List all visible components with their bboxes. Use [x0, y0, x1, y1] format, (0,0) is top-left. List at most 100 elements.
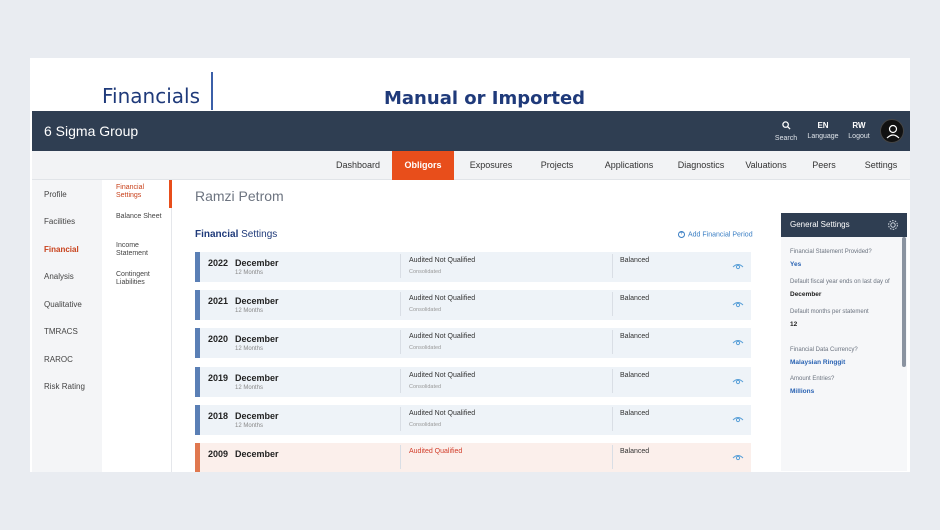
row-consolidation: Consolidated: [409, 345, 442, 351]
row-status-bar: [195, 328, 200, 358]
row-consolidation: Consolidated: [409, 384, 442, 390]
nav-dashboard[interactable]: Dashboard: [327, 151, 389, 180]
row-consolidation: Consolidated: [409, 269, 442, 275]
row-months: 12 Months: [235, 308, 264, 314]
left-menu-risk-rating[interactable]: Risk Rating: [44, 382, 85, 391]
row-balance-status: Balanced: [620, 295, 650, 302]
row-year: 2018: [208, 411, 229, 421]
view-icon[interactable]: [732, 415, 744, 423]
nav-valuations[interactable]: Valuations: [736, 151, 796, 180]
row-audit-status: Audited Not Qualified: [409, 295, 476, 302]
view-icon[interactable]: [732, 300, 744, 308]
user-initials: RW: [852, 121, 866, 130]
row-divider: [400, 445, 401, 469]
row-status-bar: [195, 443, 200, 472]
add-period-label: Add Financial Period: [688, 231, 753, 239]
row-status-bar: [195, 290, 200, 320]
row-months: 12 Months: [235, 423, 264, 429]
table-row[interactable]: 2020 December 12 Months Audited Not Qualifi…: [195, 328, 751, 358]
view-icon[interactable]: [732, 338, 744, 346]
left-menu-raroc[interactable]: RAROC: [44, 355, 73, 364]
table-row[interactable]: 2019 December 12 Months Audited Not Qualifi…: [195, 367, 751, 397]
general-settings-header: General Settings: [781, 213, 907, 237]
row-month: December: [235, 449, 279, 459]
sub-menu-contingent-liabilities[interactable]: Contingent Liabilities: [116, 271, 162, 287]
view-icon[interactable]: [732, 262, 744, 270]
row-year: 2019: [208, 373, 229, 383]
row-month: December: [235, 373, 279, 383]
sub-menu-balance-sheet[interactable]: Balance Sheet: [116, 213, 162, 221]
slide: Financials Manual or Imported 6 Sigma Gr…: [30, 58, 910, 472]
nav-diagnostics[interactable]: Diagnostics: [670, 151, 732, 180]
nav-settings[interactable]: Settings: [858, 151, 904, 180]
row-year: 2009: [208, 449, 229, 459]
row-year: 2021: [208, 296, 229, 306]
row-audit-status: Audited Not Qualified: [409, 410, 476, 417]
view-icon[interactable]: [732, 453, 744, 461]
row-year: 2022: [208, 258, 229, 268]
row-months: 12 Months: [235, 346, 264, 352]
language-label: Language: [807, 133, 839, 140]
user-icon: [886, 124, 900, 139]
gs-question-statement: Financial Statement Provided?: [790, 249, 872, 255]
left-menu-tmracs[interactable]: TMRACS: [44, 327, 78, 336]
row-divider: [400, 369, 401, 393]
gs-answer-statement[interactable]: Yes: [790, 261, 801, 268]
avatar[interactable]: [880, 119, 904, 143]
sub-menu-financial-settings[interactable]: Financial Settings: [116, 184, 162, 200]
logout-button[interactable]: RW Logout: [842, 121, 876, 140]
row-divider: [612, 292, 613, 316]
gs-answer-amount-entries[interactable]: Millions: [790, 388, 814, 395]
nav-projects[interactable]: Projects: [526, 151, 588, 180]
table-row[interactable]: 2021 December 12 Months Audited Not Qualifi…: [195, 290, 751, 320]
left-menu-financial[interactable]: Financial: [44, 245, 79, 254]
gs-answer-months[interactable]: 12: [790, 321, 797, 328]
nav-peers[interactable]: Peers: [804, 151, 844, 180]
left-menu-facilities[interactable]: Facilities: [44, 217, 75, 226]
view-icon[interactable]: [732, 377, 744, 385]
gear-icon[interactable]: [887, 219, 899, 231]
row-months: 12 Months: [235, 385, 264, 391]
row-divider: [612, 369, 613, 393]
row-balance-status: Balanced: [620, 410, 650, 417]
sub-menu-active-marker: [169, 180, 172, 208]
language-button[interactable]: EN Language: [806, 121, 840, 140]
gs-answer-currency[interactable]: Malaysian Ringgit: [790, 359, 845, 366]
general-settings-title: General Settings: [790, 220, 850, 229]
brand-name[interactable]: 6 Sigma Group: [44, 123, 138, 139]
row-divider: [400, 292, 401, 316]
row-year: 2020: [208, 334, 229, 344]
row-balance-status: Balanced: [620, 372, 650, 379]
row-balance-status: Balanced: [620, 257, 650, 264]
gs-question-currency: Financial Data Currency?: [790, 347, 858, 353]
row-month: December: [235, 258, 279, 268]
slide-subtitle: Manual or Imported: [384, 88, 586, 109]
row-status-bar: [195, 367, 200, 397]
table-row[interactable]: 2009 December Audited Qualified Balanced: [195, 443, 751, 472]
row-months: 12 Months: [235, 270, 264, 276]
panel-scrollbar[interactable]: [902, 237, 906, 367]
search-button[interactable]: Search: [769, 121, 803, 142]
section-title-bold: Financial: [195, 229, 239, 240]
table-row[interactable]: 2022 December 12 Months Audited Not Qualifi…: [195, 252, 751, 282]
row-divider: [612, 407, 613, 431]
row-consolidation: Consolidated: [409, 422, 442, 428]
nav-obligors[interactable]: Obligors: [392, 151, 454, 180]
sub-menu-income-statement[interactable]: Income Statement: [116, 242, 162, 258]
row-balance-status: Balanced: [620, 448, 650, 455]
left-menu-profile[interactable]: Profile: [44, 190, 67, 199]
client-name: Ramzi Petrom: [195, 188, 284, 204]
left-menu-qualitative[interactable]: Qualitative: [44, 300, 82, 309]
left-menu-analysis[interactable]: Analysis: [44, 272, 74, 281]
gs-answer-fiscal-year[interactable]: December: [790, 291, 821, 298]
row-balance-status: Balanced: [620, 333, 650, 340]
row-divider: [400, 254, 401, 278]
nav-applications[interactable]: Applications: [596, 151, 662, 180]
language-code: EN: [817, 121, 829, 130]
table-row[interactable]: 2018 December 12 Months Audited Not Qualifi…: [195, 405, 751, 435]
add-financial-period-button[interactable]: + Add Financial Period: [678, 231, 753, 238]
nav-exposures[interactable]: Exposures: [460, 151, 522, 180]
row-month: December: [235, 334, 279, 344]
left-menu: Profile Facilities Financial Analysis Qu…: [32, 180, 102, 472]
row-divider: [612, 254, 613, 278]
